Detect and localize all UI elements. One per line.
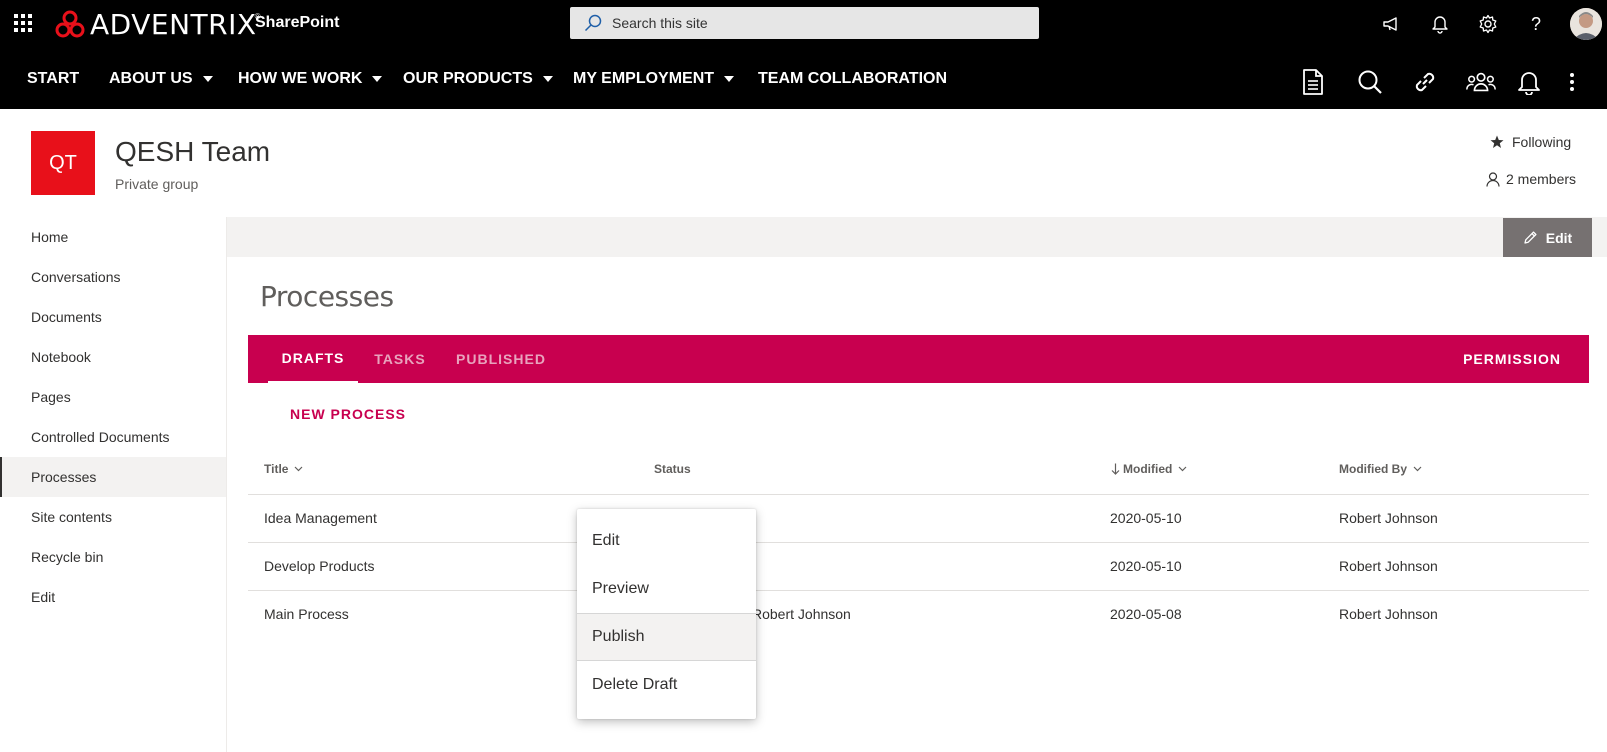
site-title[interactable]: QESH Team — [115, 136, 270, 168]
column-header-modified[interactable]: Modified — [1111, 462, 1187, 476]
column-label: Title — [264, 462, 289, 476]
nav-item-home[interactable]: Home — [0, 217, 226, 257]
column-header-title[interactable]: Title — [264, 462, 303, 476]
waffle-icon[interactable] — [14, 14, 32, 32]
hub-nav-label: OUR PRODUCTS — [403, 70, 533, 87]
more-icon[interactable] — [1557, 67, 1587, 97]
chevron-down-icon — [294, 466, 303, 472]
permission-button[interactable]: PERMISSION — [1463, 335, 1561, 383]
suite-bar: ADVENTRIX ® SharePoint ? — [0, 0, 1607, 48]
person-icon — [1486, 171, 1500, 187]
cell-title[interactable]: Main Process — [264, 606, 349, 622]
edit-label: Edit — [1545, 229, 1573, 246]
members-button[interactable]: 2 members — [1486, 171, 1576, 187]
cell-modified: 2020-05-10 — [1110, 558, 1182, 574]
cell-title[interactable]: Idea Management — [264, 510, 377, 526]
tab-published[interactable]: PUBLISHED — [448, 335, 554, 383]
cell-modified: 2020-05-08 — [1110, 606, 1182, 622]
table-row[interactable]: Develop Products 2020-05-10 Robert Johns… — [248, 542, 1589, 590]
nav-item-documents[interactable]: Documents — [0, 297, 226, 337]
hub-nav-label: ABOUT US — [109, 70, 193, 87]
help-icon[interactable]: ? — [1524, 12, 1548, 36]
nav-item-edit[interactable]: Edit — [0, 577, 226, 617]
search-box[interactable] — [570, 7, 1039, 39]
brand-name: ADVENTRIX — [90, 7, 257, 41]
column-label: Status — [654, 462, 691, 476]
nav-item-recycle-bin[interactable]: Recycle bin — [0, 537, 226, 577]
document-icon[interactable] — [1298, 67, 1328, 97]
caret-down-icon — [542, 76, 553, 82]
menu-item-publish[interactable]: Publish — [577, 613, 756, 661]
hub-nav-about-us[interactable]: ABOUT US — [109, 70, 213, 88]
brand-logo[interactable]: ADVENTRIX ® — [54, 6, 261, 42]
hub-nav-label: MY EMPLOYMENT — [573, 70, 715, 87]
hub-nav-label: HOW WE WORK — [238, 70, 363, 87]
column-label: Modified By — [1339, 462, 1407, 476]
cell-modified-by: Robert Johnson — [1339, 558, 1438, 574]
people-icon[interactable] — [1466, 67, 1496, 97]
left-navigation: Home Conversations Documents Notebook Pa… — [0, 217, 227, 752]
hub-nav-label: TEAM COLLABORATION — [758, 70, 948, 87]
nav-item-notebook[interactable]: Notebook — [0, 337, 226, 377]
caret-down-icon — [372, 76, 383, 82]
hub-nav-label: START — [27, 70, 80, 87]
nav-item-processes[interactable]: Processes — [0, 457, 226, 497]
bell-icon[interactable] — [1428, 12, 1452, 36]
site-logo[interactable]: QT — [31, 131, 95, 195]
cell-modified-by: Robert Johnson — [1339, 510, 1438, 526]
page-title: Processes — [260, 280, 394, 313]
app-name[interactable]: SharePoint — [255, 14, 339, 32]
nav-item-site-contents[interactable]: Site contents — [0, 497, 226, 537]
search-input[interactable] — [612, 15, 1012, 31]
tab-tasks[interactable]: TASKS — [368, 335, 432, 383]
following-label: Following — [1512, 134, 1572, 150]
caret-down-icon — [202, 76, 213, 82]
menu-item-preview[interactable]: Preview — [577, 565, 756, 613]
pencil-icon — [1523, 230, 1538, 245]
table-row[interactable]: Main Process Robert Johnson 2020-05-08 R… — [248, 590, 1589, 638]
gear-icon[interactable] — [1476, 12, 1500, 36]
cell-status: Robert Johnson — [752, 606, 851, 622]
process-tab-bar: DRAFTS TASKS PUBLISHED PERMISSION — [248, 335, 1589, 383]
column-label: Modified — [1123, 462, 1173, 476]
tab-drafts[interactable]: DRAFTS — [268, 335, 358, 383]
column-header-status[interactable]: Status — [654, 462, 691, 476]
cell-modified: 2020-05-10 — [1110, 510, 1182, 526]
hub-nav-our-products[interactable]: OUR PRODUCTS — [403, 70, 553, 88]
nav-item-controlled-documents[interactable]: Controlled Documents — [0, 417, 226, 457]
megaphone-icon[interactable] — [1380, 12, 1404, 36]
search-icon — [584, 14, 602, 32]
cell-modified-by: Robert Johnson — [1339, 606, 1438, 622]
new-process-button[interactable]: NEW PROCESS — [290, 406, 406, 422]
hub-nav-my-employment[interactable]: MY EMPLOYMENT — [573, 70, 735, 88]
column-header-modified-by[interactable]: Modified By — [1339, 462, 1422, 476]
hub-navigation: START ABOUT US HOW WE WORK OUR PRODUCTS … — [0, 48, 1607, 109]
members-label: 2 members — [1506, 171, 1577, 187]
hub-nav-start[interactable]: START — [27, 70, 79, 88]
chevron-down-icon — [1413, 466, 1422, 472]
search-icon[interactable] — [1355, 67, 1385, 97]
hub-nav-team-collaboration[interactable]: TEAM COLLABORATION — [758, 70, 947, 88]
brand-mark-icon — [54, 9, 86, 39]
hub-nav-how-we-work[interactable]: HOW WE WORK — [238, 70, 383, 88]
table-row[interactable]: Idea Management 2020-05-10 Robert Johnso… — [248, 494, 1589, 542]
menu-item-delete-draft[interactable]: Delete Draft — [577, 661, 756, 709]
nav-item-conversations[interactable]: Conversations — [0, 257, 226, 297]
menu-item-edit[interactable]: Edit — [577, 517, 756, 565]
cell-title[interactable]: Develop Products — [264, 558, 375, 574]
link-icon[interactable] — [1410, 67, 1440, 97]
command-bar — [227, 217, 1607, 257]
chevron-down-icon — [1178, 466, 1187, 472]
star-icon — [1490, 135, 1504, 149]
avatar[interactable] — [1570, 8, 1602, 40]
site-subtitle: Private group — [115, 176, 199, 192]
following-button[interactable]: Following — [1490, 134, 1571, 150]
edit-page-button[interactable]: Edit — [1503, 218, 1592, 257]
nav-item-pages[interactable]: Pages — [0, 377, 226, 417]
caret-down-icon — [724, 76, 735, 82]
context-menu: Edit Preview Publish Delete Draft — [577, 509, 756, 719]
sort-descending-icon — [1111, 463, 1120, 475]
bell-icon[interactable] — [1514, 67, 1544, 97]
